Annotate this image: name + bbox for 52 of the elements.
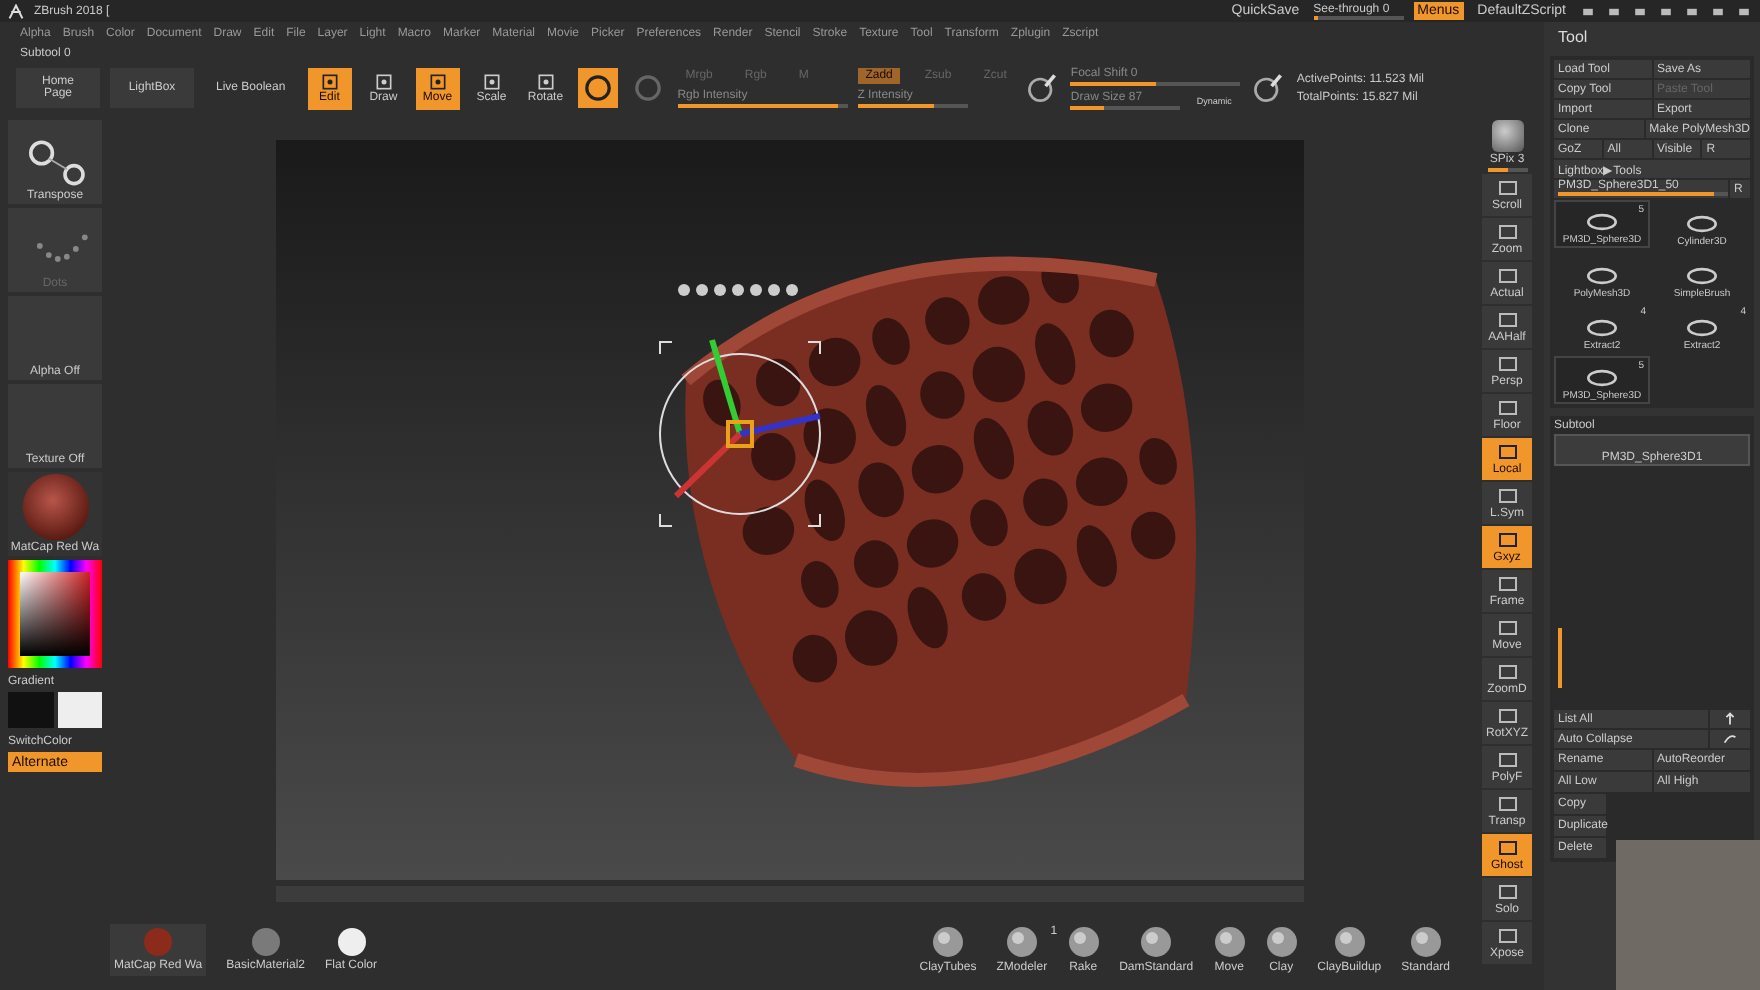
square-tool-icon bbox=[481, 72, 502, 93]
ring-icon bbox=[1584, 366, 1620, 390]
square-tool-icon bbox=[535, 72, 556, 93]
square-view-icon bbox=[1495, 399, 1519, 419]
ring-icon bbox=[1584, 264, 1620, 288]
brush-size-icon bbox=[1024, 70, 1061, 107]
square-view-icon bbox=[1495, 707, 1519, 727]
subtool-scrollbar[interactable] bbox=[1558, 628, 1562, 688]
square-view-icon bbox=[1495, 531, 1519, 551]
brush-sphere-icon bbox=[1140, 926, 1173, 958]
square-view-icon bbox=[1495, 179, 1519, 199]
brush-sphere-icon bbox=[1067, 926, 1100, 958]
square-view-icon bbox=[1495, 751, 1519, 771]
primary-color-swatch[interactable] bbox=[8, 692, 53, 728]
square-view-icon bbox=[1495, 619, 1519, 639]
ring-icon bbox=[1684, 212, 1720, 236]
square-view-icon bbox=[1495, 575, 1519, 595]
square-view-icon bbox=[1495, 355, 1519, 375]
brush-sphere-icon bbox=[1333, 926, 1366, 958]
gizmo-options-icon[interactable] bbox=[678, 284, 798, 296]
square-tool-icon bbox=[427, 72, 448, 93]
square-view-icon bbox=[1495, 267, 1519, 287]
material-sphere-icon bbox=[19, 472, 91, 542]
brush-sphere-icon bbox=[1005, 926, 1038, 958]
square-tool-icon bbox=[373, 72, 394, 93]
ring-icon bbox=[1584, 316, 1620, 340]
brush-sphere-icon bbox=[1409, 926, 1442, 958]
ring-icon bbox=[1584, 210, 1620, 234]
square-view-icon bbox=[1495, 223, 1519, 243]
square-view-icon bbox=[1495, 927, 1519, 947]
square-view-icon bbox=[1495, 443, 1519, 463]
brush-sphere-icon bbox=[932, 926, 964, 958]
secondary-color-swatch[interactable] bbox=[57, 692, 102, 728]
square-view-icon bbox=[1495, 663, 1519, 683]
square-view-icon bbox=[1495, 795, 1519, 815]
color-picker[interactable] bbox=[8, 560, 102, 668]
ring-icon bbox=[1684, 316, 1720, 340]
ring-icon bbox=[581, 72, 614, 105]
ring-icon bbox=[1684, 264, 1720, 288]
square-view-icon bbox=[1495, 487, 1519, 507]
brush-sphere-icon bbox=[1265, 926, 1298, 958]
material-toggle-button[interactable] bbox=[577, 68, 618, 109]
square-tool-icon bbox=[319, 72, 340, 93]
brush-depth-icon bbox=[1250, 70, 1287, 107]
arrow-up-icon[interactable] bbox=[1710, 710, 1750, 728]
tool-panel-title: Tool bbox=[1558, 28, 1588, 46]
square-view-icon bbox=[1495, 311, 1519, 331]
app-logo-icon bbox=[8, 3, 24, 19]
square-view-icon bbox=[1495, 839, 1519, 859]
brush-sphere-icon bbox=[1213, 926, 1246, 958]
square-view-icon bbox=[1495, 883, 1519, 903]
ring-icon bbox=[631, 72, 664, 105]
